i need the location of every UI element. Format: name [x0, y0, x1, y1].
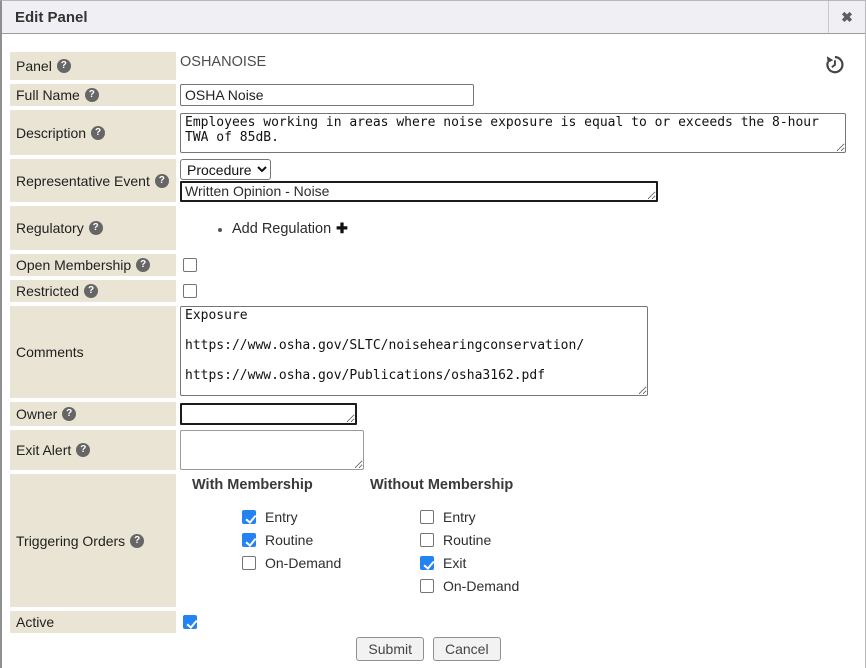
representative-event-label-cell: Representative Event ? — [10, 159, 176, 202]
without-membership-entry-option[interactable]: Entry — [420, 509, 519, 525]
row-owner: Owner ? — [10, 402, 847, 426]
comments-label-cell: Comments — [10, 306, 176, 398]
regulatory-label-cell: Regulatory ? — [10, 206, 176, 250]
row-exit-alert: Exit Alert ? — [10, 430, 847, 470]
without-entry-checkbox[interactable] — [420, 510, 434, 524]
help-icon[interactable]: ? — [91, 126, 105, 140]
with-membership-entry-option[interactable]: Entry — [242, 509, 355, 525]
edit-panel-dialog: Edit Panel ✖ Panel ? OSHANOISE — [0, 0, 866, 668]
dialog-title: Edit Panel — [2, 1, 828, 33]
description-label: Description — [16, 125, 86, 141]
without-membership-column: Without Membership Entry Routine Exit — [370, 477, 519, 594]
with-on-demand-checkbox[interactable] — [242, 556, 256, 570]
full-name-input[interactable] — [180, 84, 474, 106]
row-regulatory: Regulatory ? Add Regulation ✚ — [10, 206, 847, 250]
open-membership-checkbox[interactable] — [183, 258, 197, 272]
representative-event-input[interactable]: Written Opinion - Noise — [180, 181, 658, 202]
with-membership-on-demand-option[interactable]: On-Demand — [242, 555, 355, 571]
with-entry-checkbox[interactable] — [242, 510, 256, 524]
owner-label-cell: Owner ? — [10, 402, 176, 426]
help-icon[interactable]: ? — [62, 407, 76, 421]
owner-label: Owner — [16, 406, 57, 422]
row-panel: Panel ? OSHANOISE — [10, 52, 847, 80]
help-icon[interactable]: ? — [84, 284, 98, 298]
row-comments: Comments Exposure https://www.osha.gov/S… — [10, 306, 847, 398]
without-membership-exit-option[interactable]: Exit — [420, 555, 519, 571]
comments-textarea[interactable]: Exposure https://www.osha.gov/SLTC/noise… — [180, 306, 648, 396]
owner-input[interactable] — [180, 403, 357, 425]
triggering-orders-label: Triggering Orders — [16, 533, 125, 549]
add-regulation-item[interactable]: Add Regulation ✚ — [232, 220, 348, 237]
without-membership-routine-option[interactable]: Routine — [420, 532, 519, 548]
restricted-checkbox[interactable] — [183, 284, 197, 298]
full-name-label-cell: Full Name ? — [10, 84, 176, 106]
row-restricted: Restricted ? — [10, 280, 847, 302]
panel-code-value: OSHANOISE — [180, 52, 266, 70]
with-membership-routine-option[interactable]: Routine — [242, 532, 355, 548]
add-regulation-link[interactable]: Add Regulation — [232, 221, 331, 237]
active-checkbox[interactable] — [183, 615, 197, 629]
regulation-list: Add Regulation ✚ — [180, 220, 348, 237]
row-representative-event: Representative Event ? Procedure Written… — [10, 159, 847, 202]
exit-alert-textarea[interactable] — [180, 430, 364, 470]
cancel-button[interactable]: Cancel — [433, 637, 501, 661]
description-label-cell: Description ? — [10, 110, 176, 155]
help-icon[interactable]: ? — [76, 443, 90, 457]
plus-icon[interactable]: ✚ — [336, 220, 348, 236]
active-label: Active — [16, 614, 54, 630]
help-icon[interactable]: ? — [85, 88, 99, 102]
help-icon[interactable]: ? — [130, 534, 144, 548]
button-row: Submit Cancel — [10, 637, 847, 661]
active-label-cell: Active — [10, 611, 176, 633]
regulatory-label: Regulatory — [16, 220, 84, 236]
row-description: Description ? Employees working in areas… — [10, 110, 847, 155]
with-membership-column: With Membership Entry Routine On-Dema — [192, 477, 355, 571]
without-exit-checkbox[interactable] — [420, 556, 434, 570]
description-textarea[interactable]: Employees working in areas where noise e… — [180, 113, 846, 153]
help-icon[interactable]: ? — [155, 174, 169, 188]
row-triggering-orders: Triggering Orders ? With Membership Entr… — [10, 474, 847, 607]
help-icon[interactable]: ? — [89, 221, 103, 235]
with-membership-header: With Membership — [192, 477, 355, 493]
help-icon[interactable]: ? — [57, 59, 71, 73]
exit-alert-label: Exit Alert — [16, 442, 71, 458]
close-icon: ✖ — [841, 9, 853, 26]
dialog-header: Edit Panel ✖ — [2, 1, 865, 34]
exit-alert-label-cell: Exit Alert ? — [10, 430, 176, 470]
comments-label: Comments — [16, 344, 84, 360]
submit-button[interactable]: Submit — [356, 637, 424, 661]
row-full-name: Full Name ? — [10, 84, 847, 106]
open-membership-label-cell: Open Membership ? — [10, 254, 176, 276]
row-active: Active — [10, 611, 847, 633]
help-icon[interactable]: ? — [136, 258, 150, 272]
row-open-membership: Open Membership ? — [10, 254, 847, 276]
triggering-orders-label-cell: Triggering Orders ? — [10, 474, 176, 607]
panel-label-cell: Panel ? — [10, 52, 176, 80]
restricted-label-cell: Restricted ? — [10, 280, 176, 302]
representative-event-label: Representative Event — [16, 173, 150, 189]
full-name-label: Full Name — [16, 87, 80, 103]
close-button[interactable]: ✖ — [828, 1, 865, 33]
open-membership-label: Open Membership — [16, 257, 131, 273]
without-membership-on-demand-option[interactable]: On-Demand — [420, 578, 519, 594]
without-routine-checkbox[interactable] — [420, 533, 434, 547]
restricted-label: Restricted — [16, 283, 79, 299]
history-restore-icon[interactable] — [824, 54, 845, 80]
dialog-body: Panel ? OSHANOISE Full Name ? — [2, 34, 865, 661]
panel-label: Panel — [16, 58, 52, 74]
with-routine-checkbox[interactable] — [242, 533, 256, 547]
without-membership-header: Without Membership — [370, 477, 519, 493]
without-on-demand-checkbox[interactable] — [420, 579, 434, 593]
representative-event-type-select[interactable]: Procedure — [180, 159, 271, 180]
